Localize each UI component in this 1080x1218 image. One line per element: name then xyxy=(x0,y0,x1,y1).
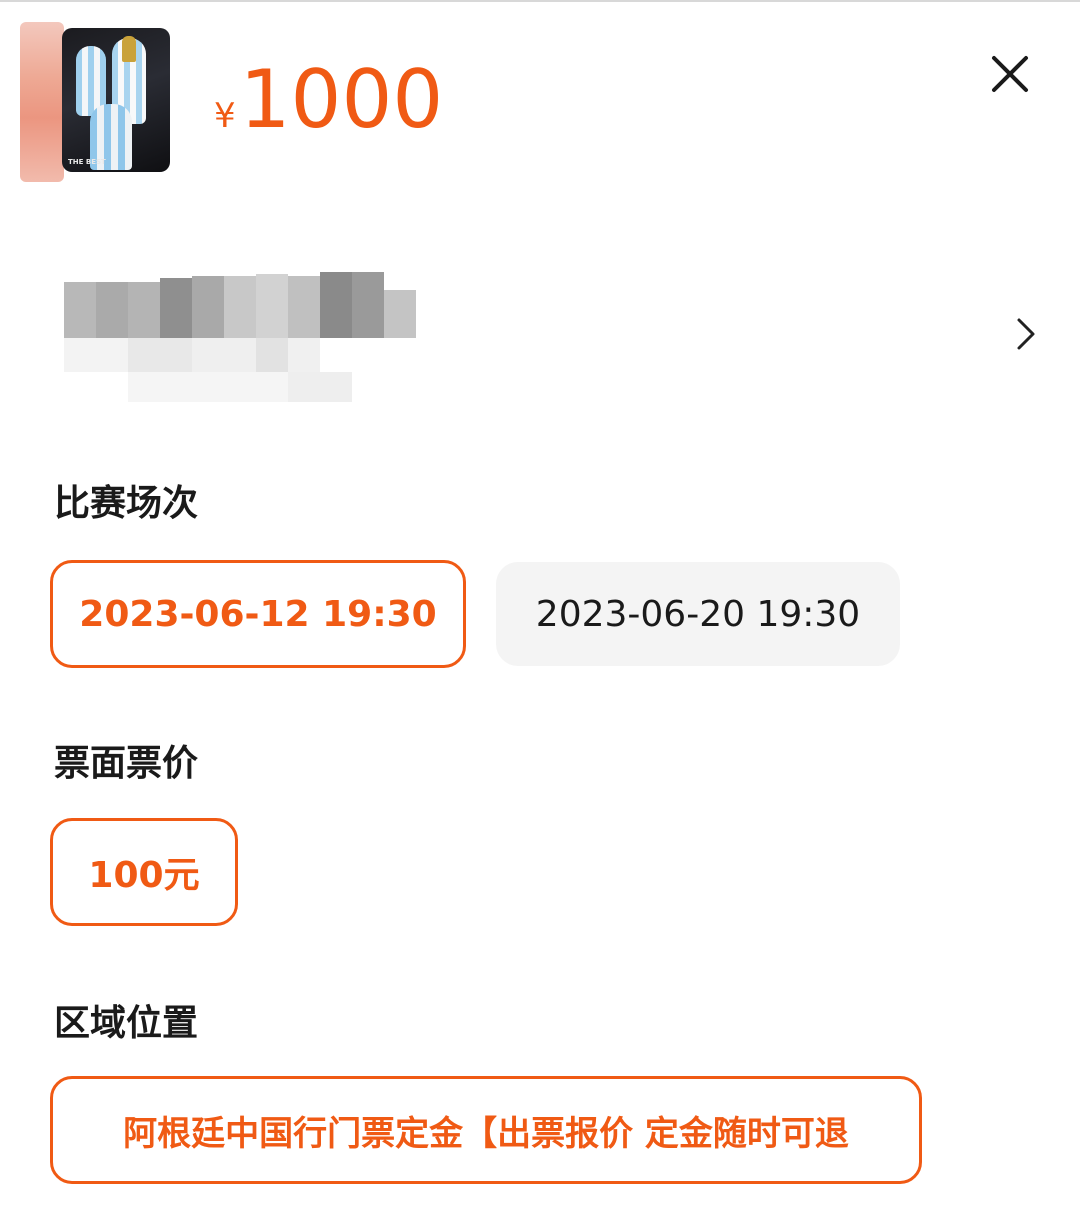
blurred-image-edge xyxy=(20,22,64,182)
thumbnail-caption: THE BEST xyxy=(68,158,106,166)
price-display: ¥1000 xyxy=(214,50,443,150)
product-thumbnail: THE BEST xyxy=(62,28,170,172)
currency-symbol: ¥ xyxy=(214,96,236,136)
detail-chevron-button[interactable] xyxy=(1010,314,1040,354)
section-title-face-price: 票面票价 xyxy=(54,743,199,784)
section-title-area: 区域位置 xyxy=(54,1003,199,1044)
section-title-match: 比赛场次 xyxy=(54,483,199,524)
match-option-0620[interactable]: 2023-06-20 19:30 xyxy=(496,562,900,666)
match-option-0612[interactable]: 2023-06-12 19:30 xyxy=(50,560,466,668)
area-option-deposit[interactable]: 阿根廷中国行门票定金【出票报价 定金随时可退 xyxy=(50,1076,922,1184)
face-price-option-100[interactable]: 100元 xyxy=(50,818,238,926)
price-amount: 1000 xyxy=(239,53,444,146)
close-icon xyxy=(992,56,1028,92)
close-button[interactable] xyxy=(984,48,1036,100)
chevron-right-icon xyxy=(1017,318,1035,350)
top-divider xyxy=(0,0,1080,2)
ticket-selection-sheet: THE BEST ¥1000 比赛场次 2023-06-12 19:30 202… xyxy=(0,0,1080,1218)
blurred-info-block xyxy=(64,272,420,406)
